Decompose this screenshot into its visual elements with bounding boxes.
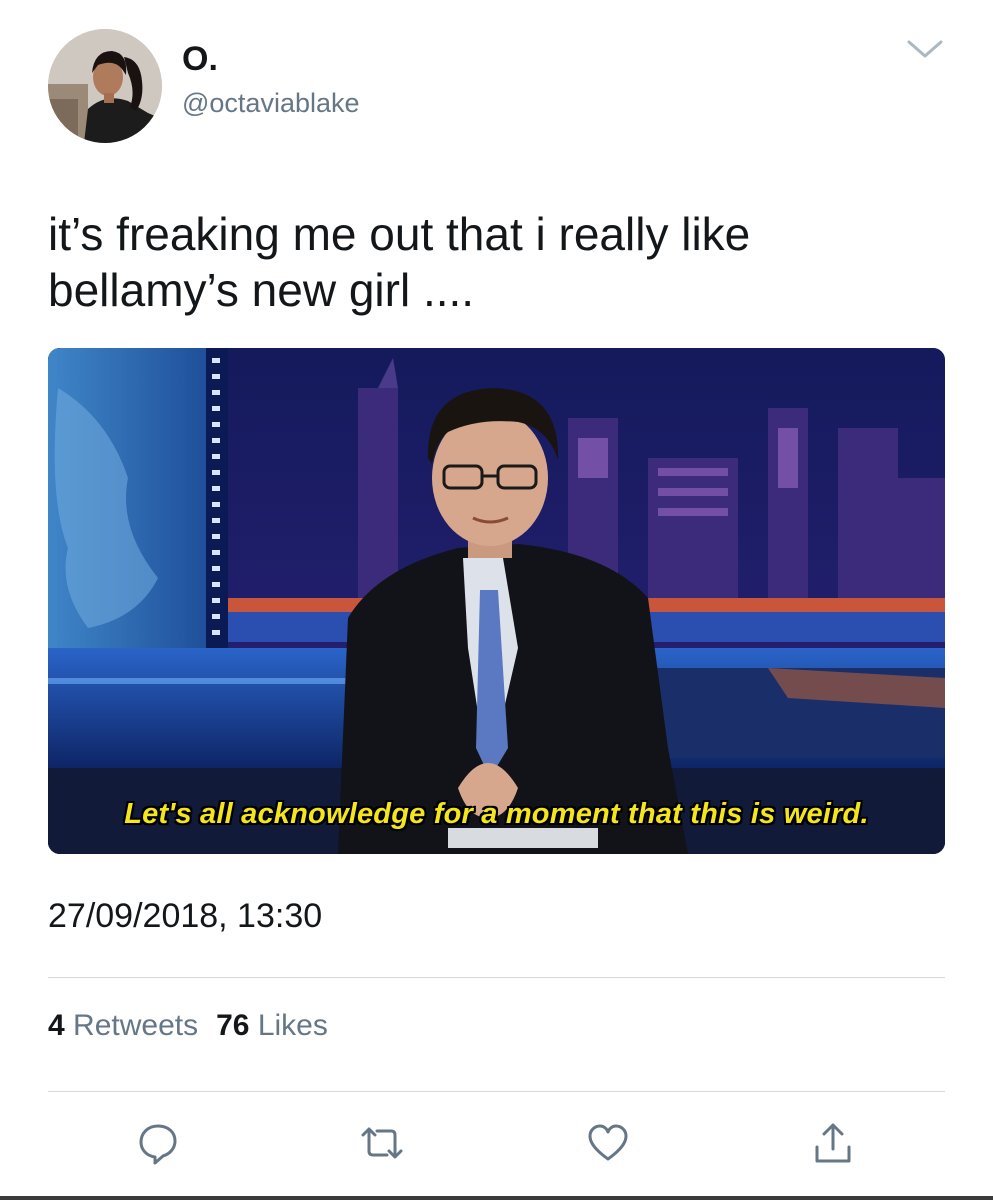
tweet-timestamp: 27/09/2018, 13:30: [48, 897, 323, 935]
reply-icon[interactable]: [133, 1118, 183, 1168]
media-image: [48, 348, 945, 854]
retweets-label: Retweets: [73, 1009, 199, 1042]
bottom-edge: [0, 1196, 993, 1200]
tweet-card: O. @octaviablake it’s freaking me out th…: [0, 0, 993, 1200]
tweet-text: it’s freaking me out that i really like …: [48, 208, 751, 316]
retweet-icon[interactable]: [357, 1118, 407, 1168]
tweet-media[interactable]: [48, 348, 945, 854]
media-caption: Let's all acknowledge for a moment that …: [124, 798, 869, 830]
chevron-down-icon[interactable]: [905, 36, 945, 62]
avatar-photo: [48, 29, 162, 143]
likes-count: 76: [216, 1009, 250, 1042]
display-name[interactable]: O.: [182, 39, 218, 79]
divider: [48, 1091, 945, 1092]
tweet-stats: 4 Retweets 76 Likes: [48, 1007, 328, 1045]
heart-icon[interactable]: [583, 1118, 633, 1168]
share-icon[interactable]: [808, 1118, 858, 1168]
user-handle[interactable]: @octaviablake: [182, 86, 360, 120]
action-bar: [0, 1118, 993, 1178]
retweets-count: 4: [48, 1009, 65, 1042]
divider: [48, 977, 945, 978]
avatar[interactable]: [48, 29, 162, 143]
retweets-stat[interactable]: 4 Retweets: [48, 1009, 198, 1042]
likes-stat[interactable]: 76 Likes: [216, 1009, 328, 1042]
likes-label: Likes: [257, 1009, 328, 1042]
